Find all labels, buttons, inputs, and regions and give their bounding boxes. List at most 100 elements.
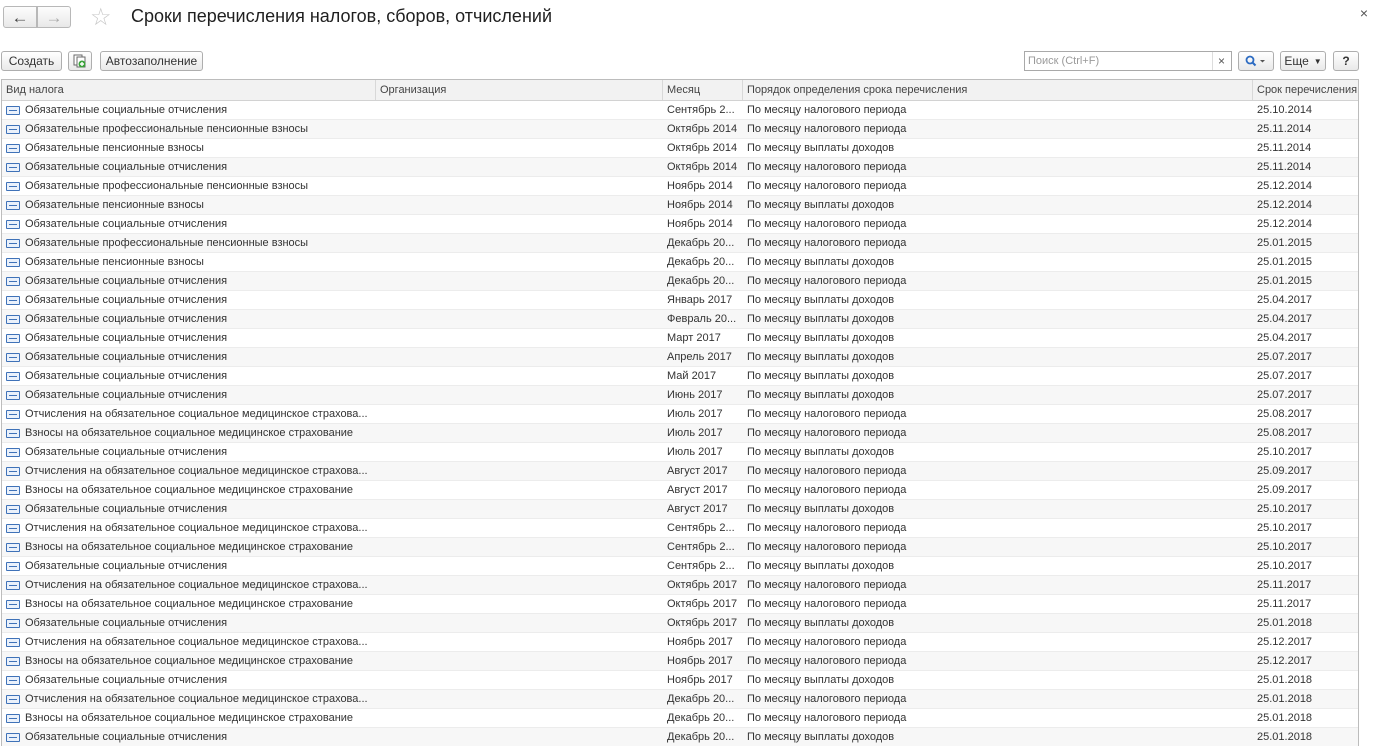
record-icon: [6, 694, 20, 704]
record-icon: [6, 162, 20, 172]
table-row[interactable]: Взносы на обязательное социальное медици…: [2, 538, 1358, 557]
cell-due-date: 25.11.2014: [1257, 123, 1312, 135]
search-clear-icon[interactable]: ×: [1212, 52, 1230, 70]
more-menu-button[interactable]: Еще ▼: [1280, 51, 1326, 71]
table-row[interactable]: Отчисления на обязательное социальное ме…: [2, 519, 1358, 538]
record-icon: [6, 485, 20, 495]
table-header: Вид налога Организация Месяц Порядок опр…: [2, 80, 1358, 101]
record-icon: [6, 257, 20, 267]
record-icon: [6, 599, 20, 609]
cell-tax-type: Обязательные социальные отчисления: [2, 310, 376, 328]
cell-due-date: 25.07.2017: [1257, 389, 1313, 401]
table-row[interactable]: Обязательные социальные отчисления Июль 2…: [2, 443, 1358, 462]
record-icon: [6, 637, 20, 647]
column-header-due-date[interactable]: Срок перечисления: [1253, 80, 1358, 100]
cell-order: По месяцу выплаты доходов: [747, 503, 895, 515]
table-row[interactable]: Отчисления на обязательное социальное ме…: [2, 633, 1358, 652]
search-button[interactable]: [1238, 51, 1274, 71]
table-row[interactable]: Обязательные социальные отчисления Сентяб…: [2, 557, 1358, 576]
table-row[interactable]: Обязательные социальные отчисления Октябр…: [2, 158, 1358, 177]
table-row[interactable]: Взносы на обязательное социальное медици…: [2, 595, 1358, 614]
cell-tax-type: Обязательные социальные отчисления: [2, 671, 376, 689]
cell-tax-type: Обязательные профессиональные пенсионные…: [2, 120, 376, 138]
table-row[interactable]: Отчисления на обязательное социальное ме…: [2, 576, 1358, 595]
table-row[interactable]: Обязательные социальные отчисления Январь…: [2, 291, 1358, 310]
tax-type-label: Обязательные социальные отчисления: [25, 446, 228, 458]
table-row[interactable]: Обязательные социальные отчисления Декабр…: [2, 272, 1358, 291]
table-row[interactable]: Обязательные социальные отчисления Апрель…: [2, 348, 1358, 367]
cell-order: По месяцу налогового периода: [747, 484, 907, 496]
create-button[interactable]: Создать: [1, 51, 62, 71]
table-row[interactable]: Отчисления на обязательное социальное ме…: [2, 690, 1358, 709]
data-table: Вид налога Организация Месяц Порядок опр…: [1, 79, 1359, 746]
cell-month: Январь 2017: [667, 294, 733, 306]
table-row[interactable]: Обязательные профессиональные пенсионные…: [2, 177, 1358, 196]
cell-organization: [376, 671, 663, 689]
search-input[interactable]: [1024, 51, 1232, 71]
table-row[interactable]: Обязательные социальные отчисления Октябр…: [2, 614, 1358, 633]
table-row[interactable]: Обязательные социальные отчисления Феврал…: [2, 310, 1358, 329]
table-row[interactable]: Обязательные социальные отчисления Сентяб…: [2, 101, 1358, 120]
cell-organization: [376, 310, 663, 328]
table-row[interactable]: Отчисления на обязательное социальное ме…: [2, 405, 1358, 424]
cell-tax-type: Обязательные пенсионные взносы: [2, 253, 376, 271]
cell-tax-type: Обязательные социальные отчисления: [2, 500, 376, 518]
table-row[interactable]: Обязательные пенсионные взносы Декабрь 20…: [2, 253, 1358, 272]
back-button[interactable]: ←: [3, 6, 37, 28]
record-icon: [6, 181, 20, 191]
record-icon: [6, 447, 20, 457]
cell-organization: [376, 272, 663, 290]
copy-add-button[interactable]: [68, 51, 92, 71]
record-icon: [6, 542, 20, 552]
cell-due-date: 25.01.2018: [1257, 617, 1313, 629]
table-row[interactable]: Обязательные социальные отчисления Июнь 2…: [2, 386, 1358, 405]
cell-tax-type: Обязательные социальные отчисления: [2, 443, 376, 461]
table-row[interactable]: Взносы на обязательное социальное медици…: [2, 481, 1358, 500]
column-header-tax-type[interactable]: Вид налога: [2, 80, 376, 100]
cell-due-date: 25.01.2018: [1257, 674, 1313, 686]
table-row[interactable]: Обязательные профессиональные пенсионные…: [2, 234, 1358, 253]
cell-order: По месяцу налогового периода: [747, 104, 907, 116]
table-row[interactable]: Обязательные социальные отчисления Май 20…: [2, 367, 1358, 386]
cell-tax-type: Взносы на обязательное социальное медици…: [2, 709, 376, 727]
table-row[interactable]: Отчисления на обязательное социальное ме…: [2, 462, 1358, 481]
cell-organization: [376, 443, 663, 461]
table-row[interactable]: Взносы на обязательное социальное медици…: [2, 652, 1358, 671]
record-icon: [6, 238, 20, 248]
help-button[interactable]: ?: [1333, 51, 1359, 71]
table-row[interactable]: Взносы на обязательное социальное медици…: [2, 424, 1358, 443]
cell-due-date: 25.10.2017: [1257, 541, 1313, 553]
table-row[interactable]: Обязательные социальные отчисления Ноябрь…: [2, 671, 1358, 690]
cell-month: Май 2017: [667, 370, 717, 382]
tax-type-label: Взносы на обязательное социальное медици…: [25, 655, 354, 667]
tax-type-label: Обязательные пенсионные взносы: [25, 142, 204, 154]
table-row[interactable]: Взносы на обязательное социальное медици…: [2, 709, 1358, 728]
table-row[interactable]: Обязательные профессиональные пенсионные…: [2, 120, 1358, 139]
table-row[interactable]: Обязательные пенсионные взносы Ноябрь 201…: [2, 196, 1358, 215]
table-row[interactable]: Обязательные пенсионные взносы Октябрь 20…: [2, 139, 1358, 158]
scrollbar[interactable]: [1358, 80, 1359, 746]
table-row[interactable]: Обязательные социальные отчисления Март 2…: [2, 329, 1358, 348]
cell-tax-type: Взносы на обязательное социальное медици…: [2, 481, 376, 499]
cell-tax-type: Взносы на обязательное социальное медици…: [2, 538, 376, 556]
table-row[interactable]: Обязательные социальные отчисления Ноябрь…: [2, 215, 1358, 234]
autofill-button[interactable]: Автозаполнение: [100, 51, 203, 71]
table-row[interactable]: Обязательные социальные отчисления Август…: [2, 500, 1358, 519]
close-icon[interactable]: ×: [1360, 5, 1368, 21]
column-header-organization[interactable]: Организация: [376, 80, 663, 100]
record-icon: [6, 428, 20, 438]
cell-order: По месяцу налогового периода: [747, 541, 907, 553]
star-icon[interactable]: ☆: [90, 3, 112, 32]
column-header-month[interactable]: Месяц: [663, 80, 743, 100]
tax-type-label: Обязательные профессиональные пенсионные…: [25, 123, 309, 135]
cell-order: По месяцу выплаты доходов: [747, 731, 895, 743]
tax-type-label: Обязательные социальные отчисления: [25, 104, 228, 116]
column-header-order[interactable]: Порядок определения срока перечисления: [743, 80, 1253, 100]
cell-due-date: 25.12.2017: [1257, 655, 1313, 667]
cell-order: По месяцу налогового периода: [747, 598, 907, 610]
forward-button[interactable]: →: [37, 6, 71, 28]
record-icon: [6, 618, 20, 628]
tax-type-label: Обязательные социальные отчисления: [25, 313, 228, 325]
record-icon: [6, 143, 20, 153]
table-row[interactable]: Обязательные социальные отчисления Декабр…: [2, 728, 1358, 746]
